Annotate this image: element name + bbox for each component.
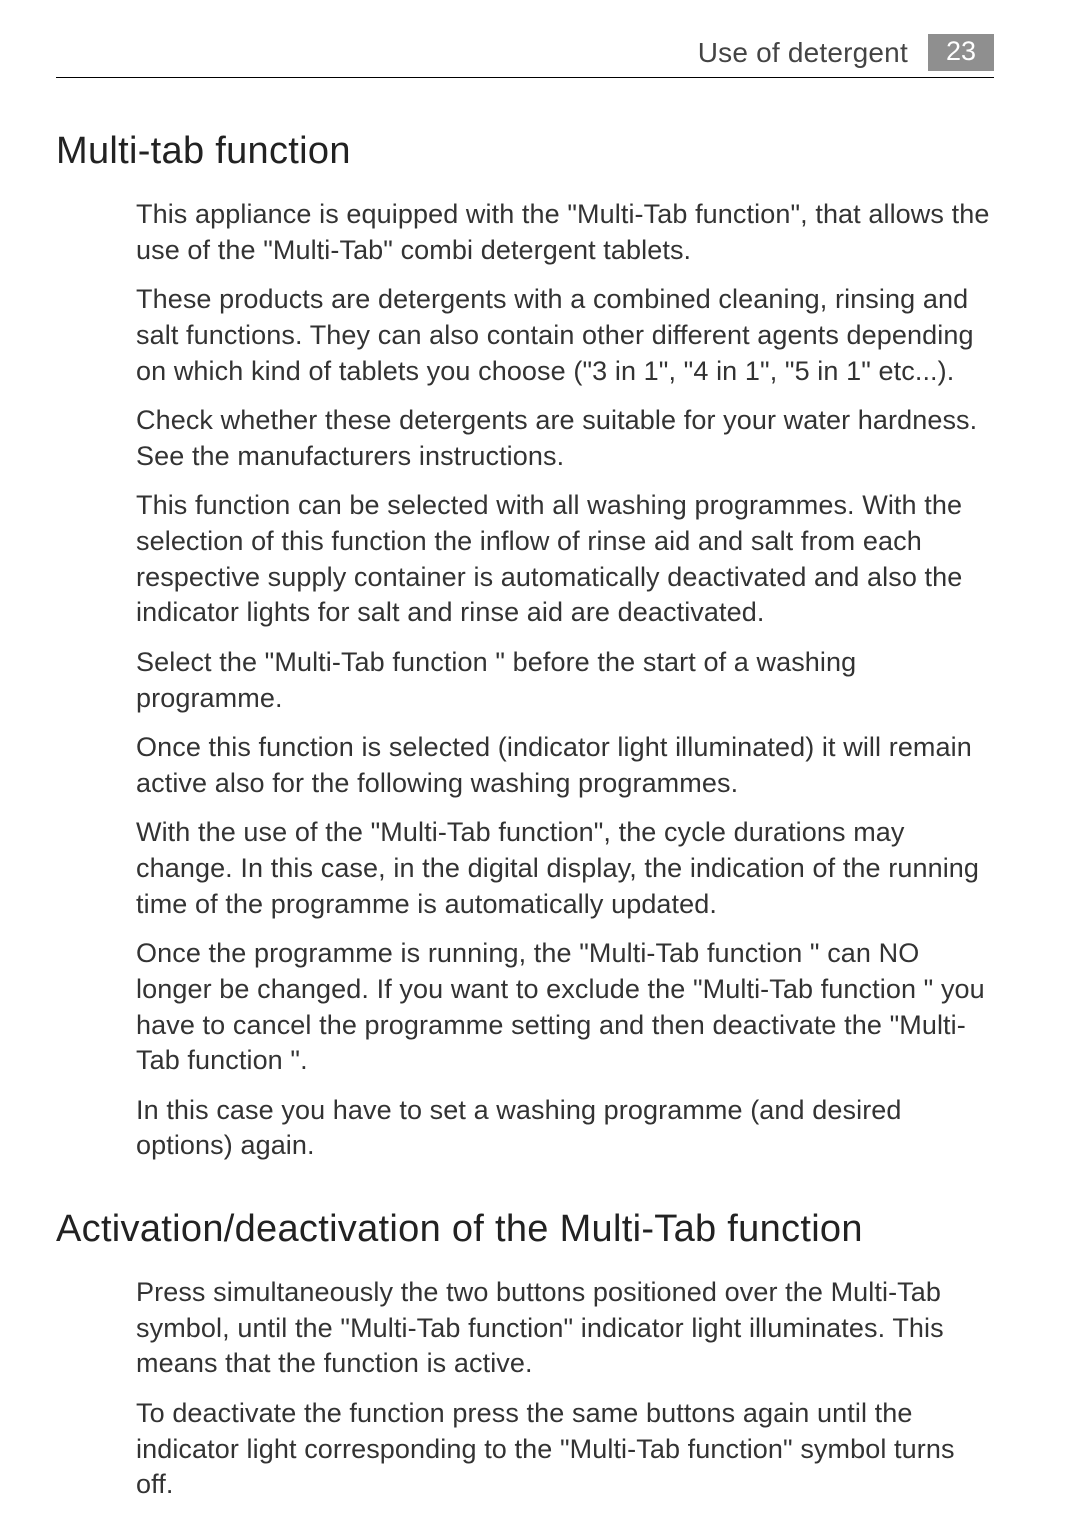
section1-body: This appliance is equipped with the "Mul… (56, 197, 994, 1164)
body-paragraph: These products are detergents with a com… (136, 282, 990, 389)
page-header: Use of detergent 23 (56, 34, 994, 78)
section-spacer (56, 1178, 994, 1208)
section-heading-activation: Activation/deactivation of the Multi-Tab… (56, 1208, 994, 1251)
body-paragraph: In this case you have to set a washing p… (136, 1093, 990, 1164)
section2-body: Press simultaneously the two buttons pos… (56, 1275, 994, 1503)
body-paragraph: With the use of the "Multi-Tab function"… (136, 815, 990, 922)
header-section-title: Use of detergent (698, 37, 908, 69)
body-paragraph: This function can be selected with all w… (136, 488, 990, 631)
body-paragraph: Select the "Multi-Tab function " before … (136, 645, 990, 716)
body-paragraph: To deactivate the function press the sam… (136, 1396, 990, 1503)
body-paragraph: This appliance is equipped with the "Mul… (136, 197, 990, 268)
body-paragraph: Press simultaneously the two buttons pos… (136, 1275, 990, 1382)
body-paragraph: Once this function is selected (indicato… (136, 730, 990, 801)
body-paragraph: Once the programme is running, the "Mult… (136, 936, 990, 1079)
page-number: 23 (928, 34, 994, 71)
body-paragraph: Check whether these detergents are suita… (136, 403, 990, 474)
page-container: Use of detergent 23 Multi-tab function T… (0, 0, 1080, 1503)
section-heading-multitab: Multi-tab function (56, 130, 994, 173)
